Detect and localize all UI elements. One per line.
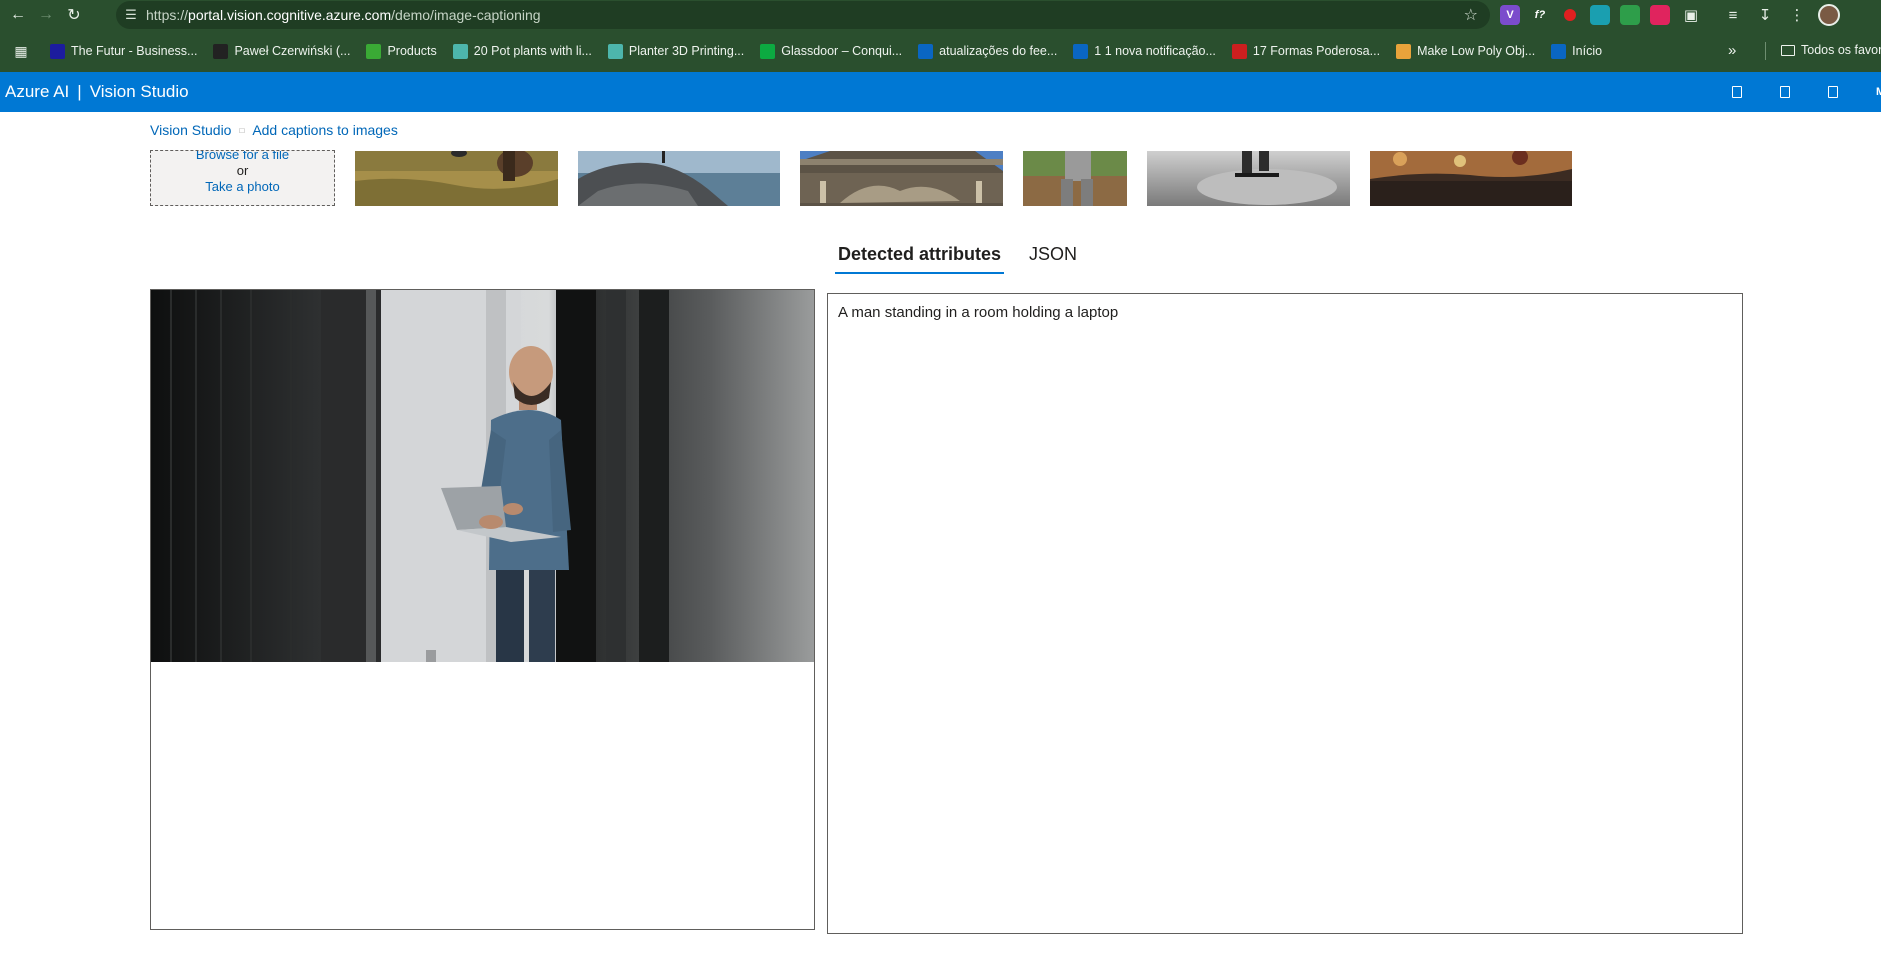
result-tabs: Detected attributes JSON — [835, 240, 1102, 274]
brand-name: Azure AI — [5, 82, 70, 101]
feedback-icon[interactable] — [1732, 86, 1742, 98]
bookmark-label: Make Low Poly Obj... — [1417, 44, 1536, 58]
tab-detected-attributes[interactable]: Detected attributes — [835, 240, 1005, 274]
detected-attributes-panel: A man standing in a room holding a lapto… — [827, 293, 1743, 934]
app-header: Azure AI | Vision Studio M — [0, 72, 1881, 112]
apps-grid-icon[interactable]: ▦ — [10, 40, 32, 62]
settings-icon[interactable] — [1780, 86, 1790, 98]
bookmark-item[interactable]: Paweł Czerwiński (... — [213, 43, 351, 59]
user-account[interactable]: M — [1876, 86, 1881, 98]
tab-json[interactable]: JSON — [1026, 240, 1080, 274]
bookmark-item[interactable]: Products — [366, 43, 437, 59]
bookmark-item[interactable]: atualizações do fee... — [918, 43, 1058, 59]
selected-image — [151, 290, 814, 662]
bookmark-label: The Futur - Business... — [71, 44, 198, 58]
bookmark-label: 17 Formas Poderosa... — [1252, 44, 1381, 58]
plant-extension-icon[interactable] — [1620, 5, 1640, 25]
bookmark-item[interactable]: The Futur - Business... — [50, 43, 198, 59]
brand-divider: | — [77, 82, 82, 101]
bookmark-label: atualizações do fee... — [939, 44, 1058, 58]
bookmark-item[interactable]: Glassdoor – Conqui... — [760, 43, 903, 59]
extensions-area: V f? ▣ ≡ ↧ ⋮ — [1500, 0, 1840, 30]
selected-image-panel — [150, 289, 815, 930]
breadcrumb: Vision Studio □ Add captions to images — [150, 122, 398, 138]
sample-image-building[interactable] — [800, 151, 1003, 206]
brand-title[interactable]: Azure AI | Vision Studio — [0, 82, 189, 102]
back-icon[interactable]: ← — [4, 1, 32, 29]
browser-toolbar: ← → ↻ ☰ https://portal.vision.cognitive.… — [0, 0, 1881, 30]
record-extension-icon[interactable] — [1560, 5, 1580, 25]
bookmarks-divider — [1765, 42, 1766, 60]
profile-avatar[interactable] — [1818, 4, 1840, 26]
sample-image-coast[interactable] — [578, 151, 780, 206]
bookmark-item[interactable]: 1 1 nova notificação... — [1073, 43, 1216, 59]
bookmark-item[interactable]: 17 Formas Poderosa... — [1231, 43, 1381, 59]
bookmark-item[interactable]: Início — [1551, 43, 1603, 59]
help-icon[interactable] — [1828, 86, 1838, 98]
bookmark-star-icon[interactable]: ☆ — [1464, 5, 1478, 25]
upload-dropzone[interactable]: Browse for a file or Take a photo — [150, 150, 335, 206]
bookmark-favicon-icon — [366, 43, 382, 59]
bookmark-favicon-icon — [50, 43, 65, 59]
bookmark-item[interactable]: Make Low Poly Obj... — [1396, 43, 1536, 59]
take-photo-link[interactable]: Take a photo — [151, 179, 334, 195]
forward-icon[interactable]: → — [32, 1, 60, 29]
pin-extension-icon[interactable] — [1650, 5, 1670, 25]
download-icon[interactable]: ↧ — [1754, 4, 1776, 26]
bookmark-label: Products — [387, 44, 437, 58]
bookmark-label: Paweł Czerwiński (... — [234, 44, 351, 58]
bookmark-favicon-icon — [1551, 43, 1567, 59]
bookmark-favicon-icon — [760, 43, 776, 59]
chat-extension-icon[interactable] — [1590, 5, 1610, 25]
site-settings-icon[interactable]: ☰ — [116, 7, 146, 23]
bookmark-favicon-icon — [452, 43, 468, 59]
header-actions: M — [1732, 72, 1881, 112]
all-bookmarks-folder[interactable]: Todos os favor — [1781, 43, 1881, 57]
extensions-puzzle-icon[interactable]: ▣ — [1680, 4, 1702, 26]
product-name: Vision Studio — [89, 82, 189, 101]
more-bookmarks-icon[interactable]: » — [1728, 42, 1736, 59]
font-extension-icon[interactable]: f? — [1530, 5, 1550, 25]
sample-image-food[interactable] — [1370, 151, 1572, 206]
sample-image-cows[interactable] — [355, 151, 558, 206]
bookmark-label: Início — [1572, 44, 1603, 58]
breadcrumb-separator-icon: □ — [239, 125, 245, 135]
bookmark-label: 20 Pot plants with li... — [473, 44, 592, 58]
upload-or-text: or — [236, 163, 249, 178]
bookmark-item[interactable]: Planter 3D Printing... — [607, 43, 745, 59]
v-extension-icon[interactable]: V — [1500, 5, 1520, 25]
bookmarks-bar: ▦ The Futur - Business... Paweł Czerwińsk… — [0, 30, 1881, 72]
bookmark-favicon-icon — [1396, 43, 1412, 59]
breadcrumb-home-link[interactable]: Vision Studio — [150, 122, 231, 138]
breadcrumb-current[interactable]: Add captions to images — [252, 122, 398, 138]
browse-file-link[interactable]: Browse for a file — [151, 151, 334, 163]
bookmark-label: Planter 3D Printing... — [628, 44, 745, 58]
bookmarks-list: The Futur - Business... Paweł Czerwiński … — [50, 43, 1618, 59]
bookmark-favicon-icon — [607, 43, 623, 59]
bookmark-favicon-icon — [213, 43, 229, 59]
sample-image-skateboard[interactable] — [1147, 151, 1350, 206]
bookmark-label: 1 1 nova notificação... — [1094, 44, 1216, 58]
menu-dots-icon[interactable]: ⋮ — [1786, 4, 1808, 26]
folder-icon — [1781, 44, 1795, 56]
reload-icon[interactable]: ↻ — [60, 1, 88, 29]
bookmark-item[interactable]: 20 Pot plants with li... — [452, 43, 592, 59]
sample-image-baseball[interactable] — [1023, 151, 1127, 206]
url-text[interactable]: https://portal.vision.cognitive.azure.co… — [146, 7, 541, 23]
bookmark-favicon-icon — [1231, 43, 1247, 59]
reading-list-icon[interactable]: ≡ — [1722, 4, 1744, 26]
caption-result: A man standing in a room holding a lapto… — [838, 304, 1119, 321]
bookmark-favicon-icon — [1073, 43, 1089, 59]
address-bar[interactable]: ☰ https://portal.vision.cognitive.azure.… — [116, 1, 1490, 29]
bookmark-label: Glassdoor – Conqui... — [781, 44, 903, 58]
bookmark-favicon-icon — [918, 43, 934, 59]
